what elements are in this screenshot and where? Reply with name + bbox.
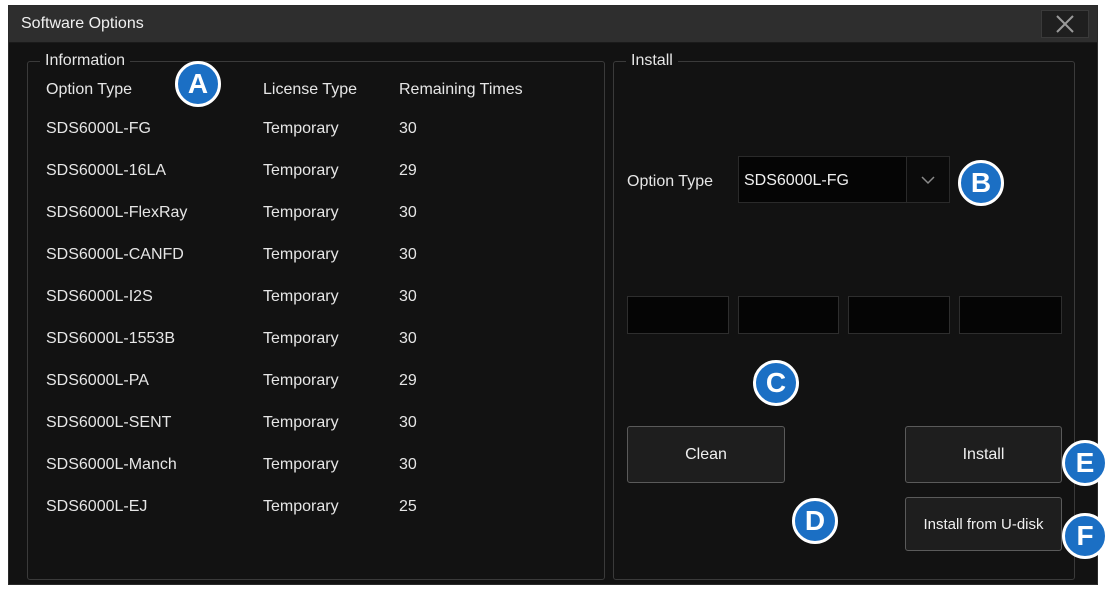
close-button[interactable] xyxy=(1041,10,1089,38)
cell-remaining-times: 30 xyxy=(399,288,417,305)
cell-option-type: SDS6000L-I2S xyxy=(46,288,153,305)
callout-a: A xyxy=(175,61,221,107)
callout-b: B xyxy=(958,160,1004,206)
license-key-field-4[interactable] xyxy=(959,296,1062,334)
callout-f: F xyxy=(1062,513,1106,559)
option-type-label: Option Type xyxy=(627,173,713,190)
close-icon xyxy=(1054,13,1076,35)
license-key-field-1[interactable] xyxy=(627,296,729,334)
cell-option-type: SDS6000L-1553B xyxy=(46,330,175,347)
option-type-value: SDS6000L-FG xyxy=(744,172,849,189)
install-legend: Install xyxy=(631,52,673,69)
callout-e: E xyxy=(1062,440,1106,486)
cell-remaining-times: 29 xyxy=(399,372,417,389)
cell-option-type: SDS6000L-16LA xyxy=(46,162,167,179)
cell-license-type: Temporary xyxy=(263,414,339,431)
title-bar: Software Options xyxy=(9,6,1097,43)
cell-option-type: SDS6000L-FG xyxy=(46,120,151,137)
cell-license-type: Temporary xyxy=(263,498,339,515)
chevron-down-icon[interactable] xyxy=(906,157,949,202)
header-option-type: Option Type xyxy=(46,81,132,98)
cell-license-type: Temporary xyxy=(263,162,339,179)
cell-option-type: SDS6000L-PA xyxy=(46,372,149,389)
license-key-field-3[interactable] xyxy=(848,296,950,334)
cell-option-type: SDS6000L-FlexRay xyxy=(46,204,188,221)
callout-d: D xyxy=(792,498,838,544)
information-legend: Information xyxy=(45,52,126,69)
software-options-dialog: Software Options Information Install Opt… xyxy=(8,5,1098,585)
cell-option-type: SDS6000L-EJ xyxy=(46,498,148,515)
cell-remaining-times: 30 xyxy=(399,120,417,137)
cell-license-type: Temporary xyxy=(263,120,339,137)
dialog-title: Software Options xyxy=(21,15,144,32)
callout-c: C xyxy=(753,360,799,406)
cell-option-type: SDS6000L-CANFD xyxy=(46,246,184,263)
cell-remaining-times: 30 xyxy=(399,414,417,431)
install-from-udisk-button[interactable]: Install from U-disk xyxy=(905,497,1062,551)
cell-license-type: Temporary xyxy=(263,288,339,305)
clean-button[interactable]: Clean xyxy=(627,426,785,483)
install-button[interactable]: Install xyxy=(905,426,1062,483)
license-key-field-2[interactable] xyxy=(738,296,839,334)
header-remaining-times: Remaining Times xyxy=(399,81,523,98)
cell-remaining-times: 30 xyxy=(399,246,417,263)
cell-option-type: SDS6000L-SENT xyxy=(46,414,172,431)
cell-remaining-times: 29 xyxy=(399,162,417,179)
header-license-type: License Type xyxy=(263,81,357,98)
cell-remaining-times: 30 xyxy=(399,330,417,347)
cell-license-type: Temporary xyxy=(263,372,339,389)
cell-license-type: Temporary xyxy=(263,456,339,473)
cell-remaining-times: 25 xyxy=(399,498,417,515)
cell-license-type: Temporary xyxy=(263,246,339,263)
cell-license-type: Temporary xyxy=(263,204,339,221)
option-type-select[interactable]: SDS6000L-FG xyxy=(738,156,950,203)
cell-remaining-times: 30 xyxy=(399,456,417,473)
cell-option-type: SDS6000L-Manch xyxy=(46,456,177,473)
cell-license-type: Temporary xyxy=(263,330,339,347)
cell-remaining-times: 30 xyxy=(399,204,417,221)
